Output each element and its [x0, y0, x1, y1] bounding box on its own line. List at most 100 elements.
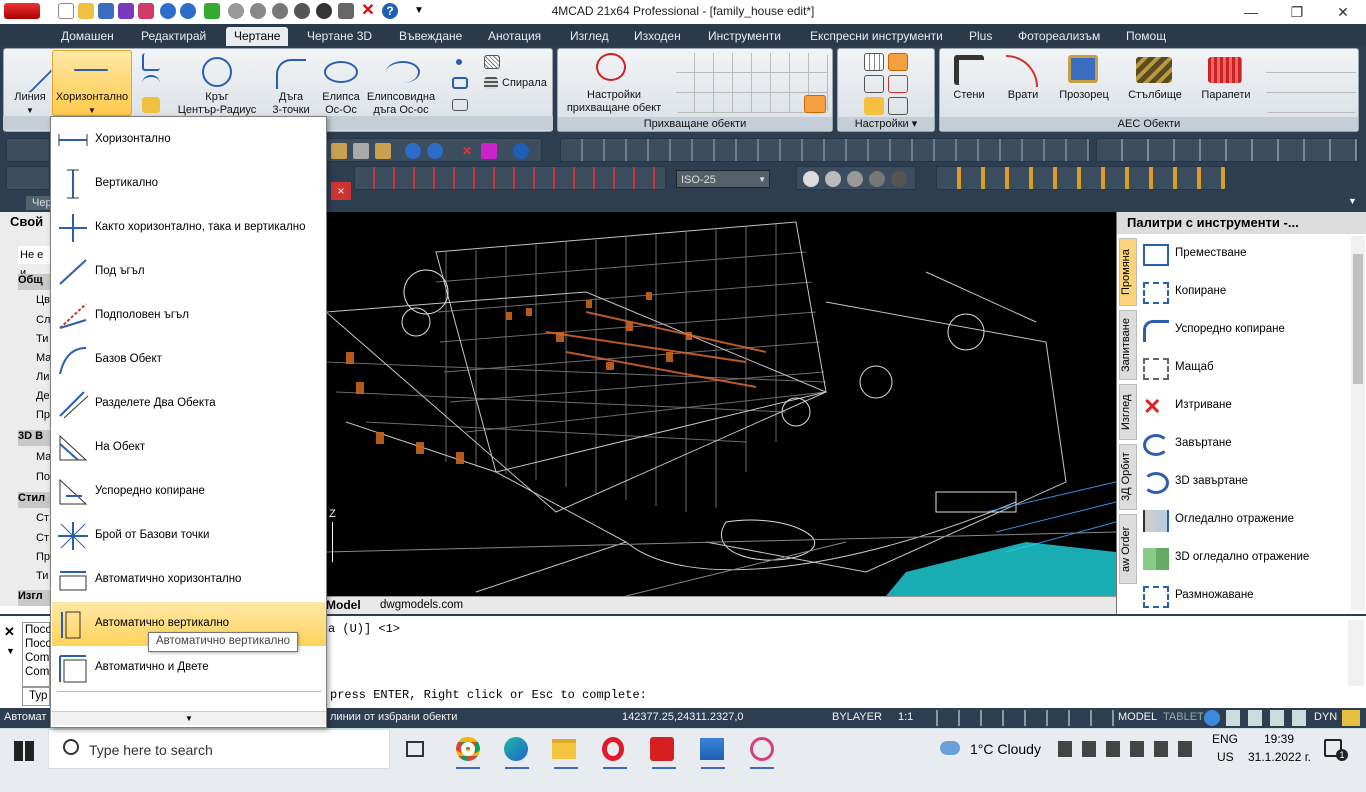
prop-row[interactable]: Ст — [36, 512, 49, 524]
status-layer[interactable]: BYLAYER — [832, 711, 882, 723]
dropdown-item-auto-both[interactable]: Автоматично и Двете — [52, 646, 326, 690]
status-scale[interactable]: 1:1 — [898, 711, 913, 723]
help-toolbar-icon[interactable] — [513, 143, 529, 159]
palette-item-erase[interactable]: ✕ Изтриване — [1143, 388, 1353, 424]
paste-icon[interactable] — [331, 143, 347, 159]
style-circle-3-icon[interactable] — [847, 171, 863, 187]
dropdown-item-vertical[interactable]: Вертикално — [52, 162, 326, 206]
clock-time[interactable]: 19:39 — [1264, 732, 1294, 746]
4mcad-icon[interactable] — [650, 737, 674, 761]
polyline-icon[interactable] — [142, 53, 160, 71]
palette-tab-view[interactable]: Изглед — [1119, 384, 1137, 440]
command-options-icon[interactable]: ▼ — [6, 646, 15, 656]
layout-tab[interactable]: dwgmodels.com — [380, 599, 463, 611]
palette-item-rotate-3d[interactable]: 3D завъртане — [1143, 464, 1353, 500]
layout-settings-icon[interactable] — [888, 53, 908, 71]
tab-draw[interactable]: Чертане — [226, 27, 289, 46]
clock-date[interactable]: 31.1.2022 г. — [1248, 750, 1311, 764]
tab-draw-3d[interactable]: Чертане 3D — [307, 27, 372, 46]
dropdown-item-split-two[interactable]: Разделете Два Обекта — [52, 382, 326, 426]
tab-insert[interactable]: Въвеждане — [399, 27, 462, 46]
tab-home[interactable]: Домашен — [61, 27, 114, 46]
tab-tools[interactable]: Инструменти — [708, 27, 781, 46]
photos-icon[interactable] — [700, 738, 724, 760]
palette-item-scale[interactable]: Мащаб — [1143, 350, 1353, 386]
tab-help[interactable]: Помощ — [1126, 27, 1166, 46]
doors-button[interactable]: Врати — [998, 89, 1048, 101]
table-settings-icon[interactable] — [864, 75, 884, 93]
status-dyn[interactable]: DYN — [1314, 711, 1337, 723]
style-circle-4-icon[interactable] — [869, 171, 885, 187]
dropdown-item-base-object[interactable]: Базов Обект — [52, 338, 326, 382]
match-props-icon[interactable] — [375, 143, 391, 159]
dropdown-item-angle[interactable]: Под ъгъл — [52, 250, 326, 294]
dropdown-item-bisect[interactable]: Подполовен ъгъл — [52, 294, 326, 338]
hatch-icon[interactable] — [484, 55, 500, 69]
status-right-icons[interactable] — [1226, 710, 1312, 726]
style-circle-5-icon[interactable] — [891, 171, 907, 187]
page-settings-icon[interactable] — [888, 75, 908, 93]
circle-button[interactable]: Кръг — [174, 91, 260, 103]
taskbar-search[interactable]: Type here to search — [48, 729, 390, 769]
language-indicator[interactable]: ENG — [1212, 732, 1238, 746]
ellipse-button[interactable]: Елипса — [316, 91, 366, 103]
palette-tab-draw-order[interactable]: aw Order — [1119, 514, 1137, 584]
prop-row[interactable]: Ти — [36, 333, 48, 345]
drawing-viewport[interactable]: Z — [326, 212, 1116, 596]
stairs-button[interactable]: Стълбище — [1122, 89, 1188, 101]
palette-tab-modify[interactable]: Промяна — [1119, 238, 1137, 306]
snap-settings-sub[interactable]: прихващане обект — [562, 102, 666, 114]
snap-clear-icon[interactable] — [804, 95, 826, 113]
command-scrollbar[interactable] — [1348, 620, 1364, 686]
style-circle-1-icon[interactable] — [803, 171, 819, 187]
tab-annotate[interactable]: Анотация — [488, 27, 541, 46]
prop-row[interactable]: Пр — [36, 409, 50, 421]
purge-icon[interactable] — [481, 143, 497, 159]
tab-output[interactable]: Изходен — [634, 27, 681, 46]
windows-button[interactable]: Прозорец — [1050, 89, 1118, 101]
palette-item-mirror-3d[interactable]: 3D огледално отражение — [1143, 540, 1353, 576]
prop-row[interactable]: Ти — [36, 570, 48, 582]
settings-panel-title[interactable]: Настройки ▾ — [838, 117, 934, 131]
region-icon[interactable] — [452, 99, 468, 111]
palette-item-mirror[interactable]: Огледално отражение — [1143, 502, 1353, 538]
prop-row[interactable]: По — [36, 471, 50, 483]
restore-button[interactable]: ❐ — [1274, 0, 1320, 24]
dropdown-expand-bar[interactable]: ▼ — [52, 711, 326, 725]
command-close-icon[interactable]: ✕ — [4, 624, 15, 640]
palette-item-rotate[interactable]: Завъртане — [1143, 426, 1353, 462]
prop-row[interactable]: Пр — [36, 551, 50, 563]
dropdown-item-base-points[interactable]: Брой от Базови точки — [52, 514, 326, 558]
section-3d[interactable]: 3D В — [18, 430, 50, 446]
arc-sub[interactable]: 3-точки — [262, 104, 320, 116]
close-button[interactable]: ✕ — [1320, 0, 1366, 24]
palette-item-copy[interactable]: Копиране — [1143, 274, 1353, 310]
palette-item-move[interactable]: Преместване — [1143, 236, 1353, 272]
opera-icon[interactable] — [602, 737, 624, 761]
line-button[interactable]: Линия — [10, 91, 50, 103]
rectangle-icon[interactable] — [452, 77, 468, 89]
windows-start-icon[interactable] — [14, 741, 34, 761]
prop-row[interactable]: Цв — [36, 294, 50, 306]
status-tray-icon[interactable] — [1342, 710, 1360, 726]
palette-item-offset[interactable]: Успоредно копиране — [1143, 312, 1353, 348]
status-tablet[interactable]: TABLET — [1163, 711, 1204, 723]
section-view[interactable]: Изгл — [18, 590, 50, 606]
erase-toolbar-icon[interactable]: ✕ — [459, 143, 475, 159]
dropdown-item-auto-horizontal[interactable]: Автоматично хоризонтално — [52, 558, 326, 602]
dropdown-item-horizontal[interactable]: Хоризонтално — [52, 118, 326, 162]
spiral-button[interactable]: Спирала — [502, 77, 552, 89]
tab-express-tools[interactable]: Експресни инструменти — [810, 27, 943, 46]
snipping-tool-icon[interactable] — [750, 737, 774, 761]
palette-scroll-thumb[interactable] — [1353, 254, 1363, 384]
grid-settings-icon[interactable] — [864, 53, 884, 71]
dropdown-item-on-object[interactable]: На Обект — [52, 426, 326, 470]
ucs-settings-icon[interactable] — [864, 97, 884, 115]
tab-edit[interactable]: Редактирай — [141, 27, 206, 46]
dropdown-item-both[interactable]: Както хоризонтално, така и вертикално — [52, 206, 326, 250]
chrome-icon[interactable] — [456, 737, 480, 761]
copy-icon[interactable] — [353, 143, 369, 159]
tab-photorealism[interactable]: Фотореализъм — [1018, 27, 1100, 46]
parapets-button[interactable]: Парапети — [1194, 89, 1258, 101]
dropdown-item-parallel[interactable]: Успоредно копиране — [52, 470, 326, 514]
